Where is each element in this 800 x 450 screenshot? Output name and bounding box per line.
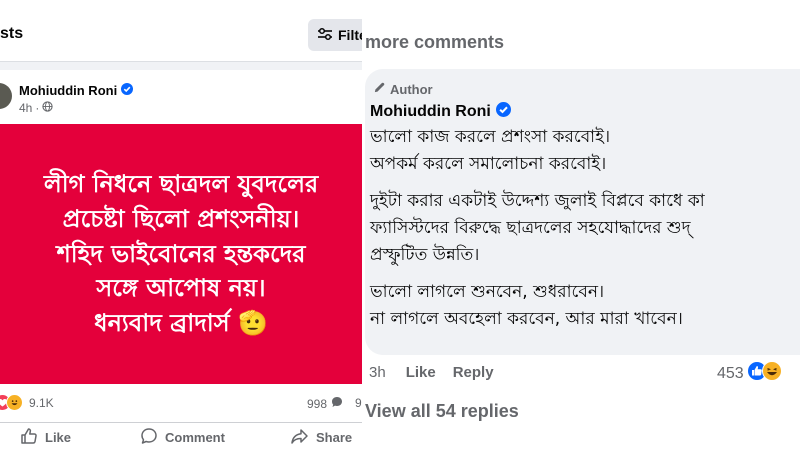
post-image-text-line: শহিদ ভাইবোনের হন্তকদের: [56, 239, 306, 268]
filter-icon: [317, 27, 333, 44]
comment-line: ভালো লাগলে শুনবেন, শুধরাবেন।: [370, 282, 605, 302]
comment-label: Comment: [165, 430, 225, 445]
reaction-icons[interactable]: [0, 394, 23, 411]
comment-paragraph: দুইটা করার একটাই উদ্দেশ্য জুলাই বিপ্লবে …: [370, 188, 800, 269]
comment-line: প্রস্ফুটিত উন্নতি।: [370, 245, 480, 265]
posts-header: sts Filte: [0, 0, 362, 62]
post-author-name[interactable]: Mohiuddin Roni: [19, 83, 117, 98]
comment-line: দুইটা করার একটাই উদ্দেশ্য জুলাই বিপ্লবে …: [370, 191, 705, 211]
verified-badge-icon: [495, 102, 511, 122]
share-count[interactable]: 9: [355, 396, 362, 410]
avatar[interactable]: [0, 83, 12, 109]
pencil-icon: [373, 81, 386, 97]
haha-reaction-icon: [761, 361, 782, 386]
action-divider: [0, 422, 362, 423]
author-badge-label: Author: [390, 81, 433, 97]
like-button[interactable]: Like: [20, 427, 71, 448]
comment-bubble: Author Mohiuddin Roni ভালো কাজ করলে প্রশ…: [365, 69, 800, 355]
like-label: Like: [45, 430, 72, 445]
post-image-text-line: সঙ্গে আপোষ নয়।: [96, 274, 266, 303]
comment-paragraph: ভালো লাগলে শুনবেন, শুধরাবেন। না লাগলে অব…: [370, 279, 800, 333]
comment-reactions[interactable]: 453: [717, 361, 782, 386]
view-all-replies-link[interactable]: View all 54 replies: [365, 401, 519, 422]
post-card: Mohiuddin Roni 4h · লীগ নিধনে ছাত্রদল যু…: [0, 70, 362, 450]
comment-icon: [140, 427, 158, 448]
comment-author[interactable]: Mohiuddin Roni: [370, 102, 511, 122]
meta-separator: ·: [35, 101, 40, 115]
comment-button[interactable]: Comment: [140, 427, 225, 448]
share-label: Share: [316, 430, 353, 445]
comment-paragraph: ভালো কাজ করলে প্রশংসা করবোই। অপকর্ম করলে…: [370, 124, 800, 178]
globe-icon[interactable]: [42, 101, 53, 115]
comment-body: ভালো কাজ করলে প্রশংসা করবোই। অপকর্ম করলে…: [370, 124, 800, 333]
comment-line: ভালো কাজ করলে প্রশংসা করবোই।: [370, 127, 611, 147]
section-title: sts: [0, 25, 24, 42]
post-image[interactable]: লীগ নিধনে ছাত্রদল যুবদলের প্রচেষ্টা ছিলো…: [0, 124, 362, 384]
post-image-text-line: ধন্যবাদ ব্রাদার্স 🫡: [94, 309, 268, 338]
author-badge: Author: [373, 81, 433, 97]
comment-actions: 3h Like Reply: [369, 364, 494, 381]
left-feed-panel: sts Filte Mohiuddin Roni: [0, 0, 362, 450]
comments-panel: more comments Author Mohiuddin Roni ভালো…: [365, 0, 800, 450]
comment-count-icon: [331, 396, 343, 411]
comment-reaction-count: 453: [717, 364, 744, 382]
comment-time[interactable]: 3h: [369, 364, 386, 381]
comment-count[interactable]: 998: [307, 396, 343, 411]
verified-badge-icon: [121, 83, 134, 98]
share-icon: [290, 427, 309, 448]
filter-label: Filte: [338, 27, 362, 43]
post-image-text-line: প্রচেষ্টা ছিলো প্রশংসনীয়।: [62, 204, 300, 233]
post-time[interactable]: 4h: [19, 101, 32, 115]
comment-line: ফ্যাসিস্টদের বিরুদ্ধে ছাত্রদলের সহযোদ্ধা…: [370, 218, 691, 238]
comment-count-value: 998: [307, 396, 328, 411]
comment-author-name[interactable]: Mohiuddin Roni: [370, 103, 491, 121]
reaction-count[interactable]: 9.1K: [29, 396, 54, 410]
post-stats: 9.1K 998 9: [0, 392, 362, 414]
comment-line: অপকর্ম করলে সমালোচনা করবোই।: [370, 154, 607, 174]
filter-button[interactable]: Filte: [308, 19, 362, 51]
post-author[interactable]: Mohiuddin Roni: [19, 83, 134, 98]
comment-line: না লাগলে অবহেলা করবেন, আর মারা খাবেন।: [370, 309, 683, 329]
comment-reply-button[interactable]: Reply: [453, 364, 494, 381]
post-image-text-line: লীগ নিধনে ছাত্রদল যুবদলের: [43, 170, 319, 198]
comment-like-button[interactable]: Like: [406, 364, 436, 381]
share-button[interactable]: Share: [290, 427, 352, 448]
view-more-comments-link[interactable]: more comments: [365, 32, 504, 53]
post-meta: 4h ·: [19, 101, 53, 115]
haha-reaction-icon: [6, 394, 23, 411]
thumbs-up-icon: [20, 427, 38, 448]
